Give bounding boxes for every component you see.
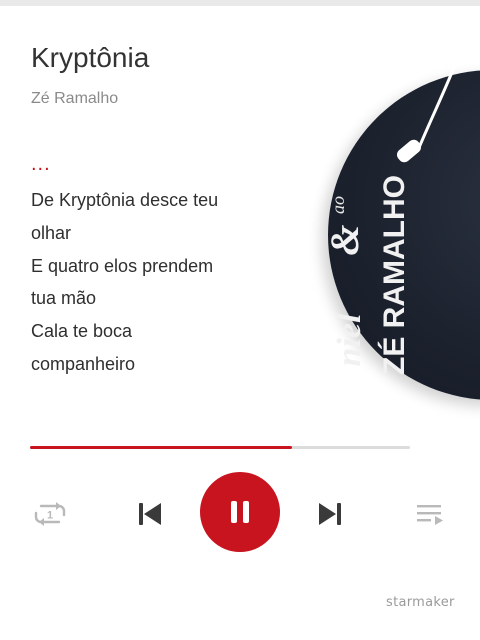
lyric-line: De Kryptônia desce teu (31, 190, 219, 210)
skip-previous-icon (139, 503, 161, 525)
album-text-name: ZÉ RAMALHO (377, 175, 411, 375)
lyric-line: E quatro elos prendem (31, 255, 214, 276)
repeat-one-icon: 1 (34, 502, 66, 526)
album-text-ampersand: & (322, 224, 367, 255)
pause-icon (231, 501, 249, 523)
album-artwork: ZÉ RAMALHO & ao niel (322, 40, 467, 375)
album-art: ZÉ RAMALHO & ao niel (300, 40, 480, 430)
pause-button[interactable] (200, 472, 280, 552)
lyric-line: companheiro (31, 353, 136, 374)
earphone-cable (416, 40, 467, 151)
lyric-line: olhar (31, 222, 72, 243)
lyric-line: tua mão (31, 288, 97, 309)
album-text-ao: ao (328, 196, 348, 214)
playlist-icon (417, 505, 443, 525)
lyric-ellipsis: ... (31, 153, 51, 175)
album-text-partial: niel (331, 313, 368, 366)
top-status-strip (0, 0, 480, 6)
artist-name: Zé Ramalho (31, 90, 119, 107)
skip-next-icon (319, 503, 341, 525)
lyric-line: Cala te boca (31, 321, 133, 342)
playlist-button[interactable] (408, 494, 452, 534)
earphone-plug (396, 139, 422, 163)
lyrics-panel: De Kryptônia desce teu olhar E quatro el… (31, 184, 271, 381)
song-title: Kryptônia (31, 42, 150, 73)
repeat-button[interactable]: 1 (28, 494, 72, 534)
repeat-badge: 1 (47, 510, 53, 522)
progress-fill (30, 446, 293, 449)
next-button[interactable] (308, 494, 352, 534)
previous-button[interactable] (128, 494, 172, 534)
progress-bar[interactable] (30, 446, 410, 449)
starmaker-watermark: starmaker (386, 595, 455, 610)
